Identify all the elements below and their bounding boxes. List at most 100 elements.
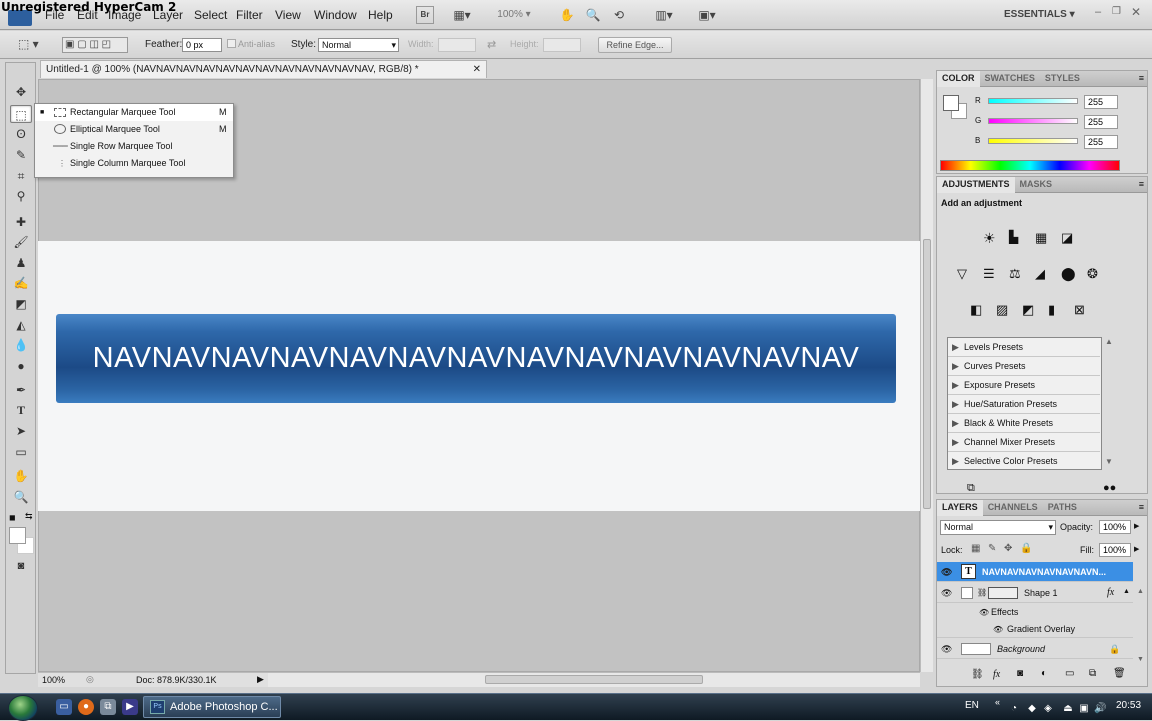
- preset-item[interactable]: ▶ Curves Presets: [948, 357, 1100, 376]
- new-group-icon[interactable]: ▭: [1065, 668, 1074, 679]
- swap-colors-icon[interactable]: ⇆: [25, 511, 33, 522]
- lock-position-icon[interactable]: ✥: [1004, 543, 1012, 554]
- gradient-overlay-row[interactable]: 👁 Gradient Overlay: [937, 621, 1133, 638]
- lock-transparent-icon[interactable]: ▦: [971, 543, 980, 554]
- tab-swatches[interactable]: SWATCHES: [980, 71, 1040, 86]
- style-dropdown[interactable]: Normal ▾: [318, 38, 399, 52]
- preset-item[interactable]: ▶ Black & White Presets: [948, 414, 1100, 433]
- taskbar-photoshop-button[interactable]: Ps Adobe Photoshop C...: [143, 696, 281, 718]
- type-tool-icon[interactable]: T: [10, 401, 32, 419]
- tab-masks[interactable]: MASKS: [1015, 177, 1058, 192]
- green-value-input[interactable]: [1084, 115, 1118, 129]
- width-input[interactable]: [438, 38, 476, 52]
- menu-filter[interactable]: Filter: [236, 8, 263, 22]
- clone-stamp-tool-icon[interactable]: ♟: [10, 254, 32, 272]
- tab-paths[interactable]: PATHS: [1043, 500, 1082, 515]
- lasso-tool-icon[interactable]: ʘ: [10, 125, 32, 143]
- pen-tool-icon[interactable]: ✒: [10, 381, 32, 399]
- zoom-tool-icon[interactable]: 🔍: [583, 6, 603, 24]
- delete-layer-icon[interactable]: 🗑: [1113, 668, 1126, 679]
- quick-mask-icon[interactable]: ◙: [10, 557, 32, 575]
- swap-dimensions-icon[interactable]: ⇄: [487, 38, 496, 51]
- lock-pixels-icon[interactable]: ✎: [988, 543, 996, 554]
- media-player-icon[interactable]: ▶: [122, 699, 138, 715]
- layer-row-text[interactable]: 👁 T NAVNAVNAVNAVNAVNAVN...: [937, 562, 1133, 582]
- restore-icon[interactable]: ❐: [1112, 6, 1121, 17]
- zoom-level-dropdown[interactable]: 100% ▾: [490, 6, 538, 24]
- layer-effects-icon[interactable]: fx: [1107, 583, 1114, 603]
- screen-mode-button[interactable]: ▣▾: [691, 6, 723, 24]
- healing-brush-tool-icon[interactable]: ✚: [10, 213, 32, 231]
- opacity-arrow-icon[interactable]: ▶: [1134, 522, 1139, 530]
- horizontal-scrollbar[interactable]: [268, 672, 920, 687]
- layer-row-shape[interactable]: 👁 ⛓ Shape 1 fx ▲: [937, 583, 1133, 603]
- visibility-eye-icon[interactable]: 👁: [941, 639, 953, 659]
- eraser-tool-icon[interactable]: ◩: [10, 295, 32, 313]
- document-tab[interactable]: Untitled-1 @ 100% (NAVNAVNAVNAVNAVNAVNAV…: [40, 60, 487, 78]
- hand-tool-icon[interactable]: ✋: [10, 467, 32, 485]
- status-zoom[interactable]: 100%: [42, 675, 65, 685]
- flyout-item-single-row[interactable]: ═══ Single Row Marquee Tool: [35, 138, 233, 155]
- tab-adjustments[interactable]: ADJUSTMENTS: [937, 177, 1015, 193]
- panel-menu-icon[interactable]: ≡: [1139, 71, 1144, 86]
- panel-menu-icon[interactable]: ≡: [1139, 177, 1144, 192]
- preset-item[interactable]: ▶ Channel Mixer Presets: [948, 433, 1100, 452]
- navigation-banner[interactable]: NAVNAVNAVNAVNAVNAVNAVNAVNAVNAVNAVNAVNAV: [56, 314, 896, 403]
- bridge-button[interactable]: Br: [416, 6, 434, 24]
- rotate-view-icon[interactable]: ⟲: [609, 6, 629, 24]
- brush-tool-icon[interactable]: 🖌: [10, 233, 32, 251]
- firefox-icon[interactable]: ●: [78, 699, 94, 715]
- black-white-icon[interactable]: ◢: [1035, 266, 1045, 282]
- green-slider[interactable]: [988, 118, 1078, 124]
- hue-saturation-icon[interactable]: ☰: [983, 266, 995, 282]
- color-fg-swatch[interactable]: [943, 95, 959, 111]
- add-layer-style-icon[interactable]: fx: [993, 669, 1000, 680]
- layer-row-background[interactable]: 👁 Background 🔒: [937, 639, 1133, 659]
- arrange-documents-button[interactable]: ▥▾: [648, 6, 680, 24]
- clip-to-layer-icon[interactable]: ●●: [1103, 482, 1116, 494]
- layers-scroll-up-icon[interactable]: ▲: [1137, 588, 1144, 595]
- tool-preset-picker[interactable]: ⬚ ▾: [18, 37, 48, 53]
- presets-scroll-down-icon[interactable]: ▼: [1105, 457, 1113, 466]
- vibrance-icon[interactable]: ▽: [957, 266, 967, 282]
- tray-skype-icon[interactable]: ◔: [1008, 701, 1020, 714]
- rectangle-shape-tool-icon[interactable]: ▭: [10, 443, 32, 461]
- channel-mixer-icon[interactable]: ❂: [1087, 266, 1098, 282]
- tray-arrows-icon[interactable]: «: [995, 697, 1000, 707]
- clock[interactable]: 20:53: [1116, 700, 1141, 711]
- visibility-eye-icon[interactable]: 👁: [941, 583, 953, 603]
- tray-app-icon[interactable]: ◆: [1026, 701, 1038, 714]
- effects-expand-icon[interactable]: ▲: [1123, 582, 1130, 602]
- preset-item[interactable]: ▶ Selective Color Presets: [948, 452, 1100, 469]
- fill-arrow-icon[interactable]: ▶: [1134, 545, 1139, 553]
- menu-view[interactable]: View: [275, 8, 301, 22]
- show-desktop-icon[interactable]: ▭: [56, 699, 72, 715]
- curves-icon[interactable]: ▦: [1035, 230, 1047, 246]
- preset-item[interactable]: ▶ Exposure Presets: [948, 376, 1100, 395]
- network-icon[interactable]: ▣: [1078, 701, 1090, 714]
- default-colors-icon[interactable]: ◼: [9, 513, 16, 522]
- effects-row[interactable]: 👁 Effects: [937, 604, 1133, 621]
- tab-layers[interactable]: LAYERS: [937, 500, 983, 516]
- presets-scroll-up-icon[interactable]: ▲: [1105, 337, 1113, 346]
- horizontal-scroll-thumb[interactable]: [485, 675, 703, 684]
- paint-bucket-tool-icon[interactable]: ◭: [10, 316, 32, 334]
- height-input[interactable]: [543, 38, 581, 52]
- color-spectrum-bar[interactable]: [940, 160, 1120, 171]
- photo-filter-icon[interactable]: ⬤: [1061, 266, 1076, 282]
- switch-windows-icon[interactable]: ⧉: [100, 699, 116, 715]
- selection-mode-buttons[interactable]: ▣ ▢ ◫ ◰: [62, 37, 128, 53]
- tab-styles[interactable]: STYLES: [1040, 71, 1085, 86]
- flyout-item-rectangular[interactable]: ■ Rectangular Marquee Tool M: [35, 104, 233, 121]
- blue-slider[interactable]: [988, 138, 1078, 144]
- new-layer-icon[interactable]: ⧉: [1089, 668, 1096, 679]
- tray-usb-icon[interactable]: ⏏: [1062, 701, 1074, 714]
- threshold-icon[interactable]: ◩: [1022, 302, 1034, 318]
- workspace-switcher[interactable]: ESSENTIALS ▾: [1004, 9, 1075, 20]
- effects-eye-icon[interactable]: 👁: [979, 604, 989, 621]
- gradient-map-icon[interactable]: ▮: [1048, 302, 1055, 318]
- blue-value-input[interactable]: [1084, 135, 1118, 149]
- panel-menu-icon[interactable]: ≡: [1139, 500, 1144, 515]
- tray-app2-icon[interactable]: ◈: [1042, 701, 1054, 714]
- view-extras-button[interactable]: ▦▾: [448, 6, 476, 24]
